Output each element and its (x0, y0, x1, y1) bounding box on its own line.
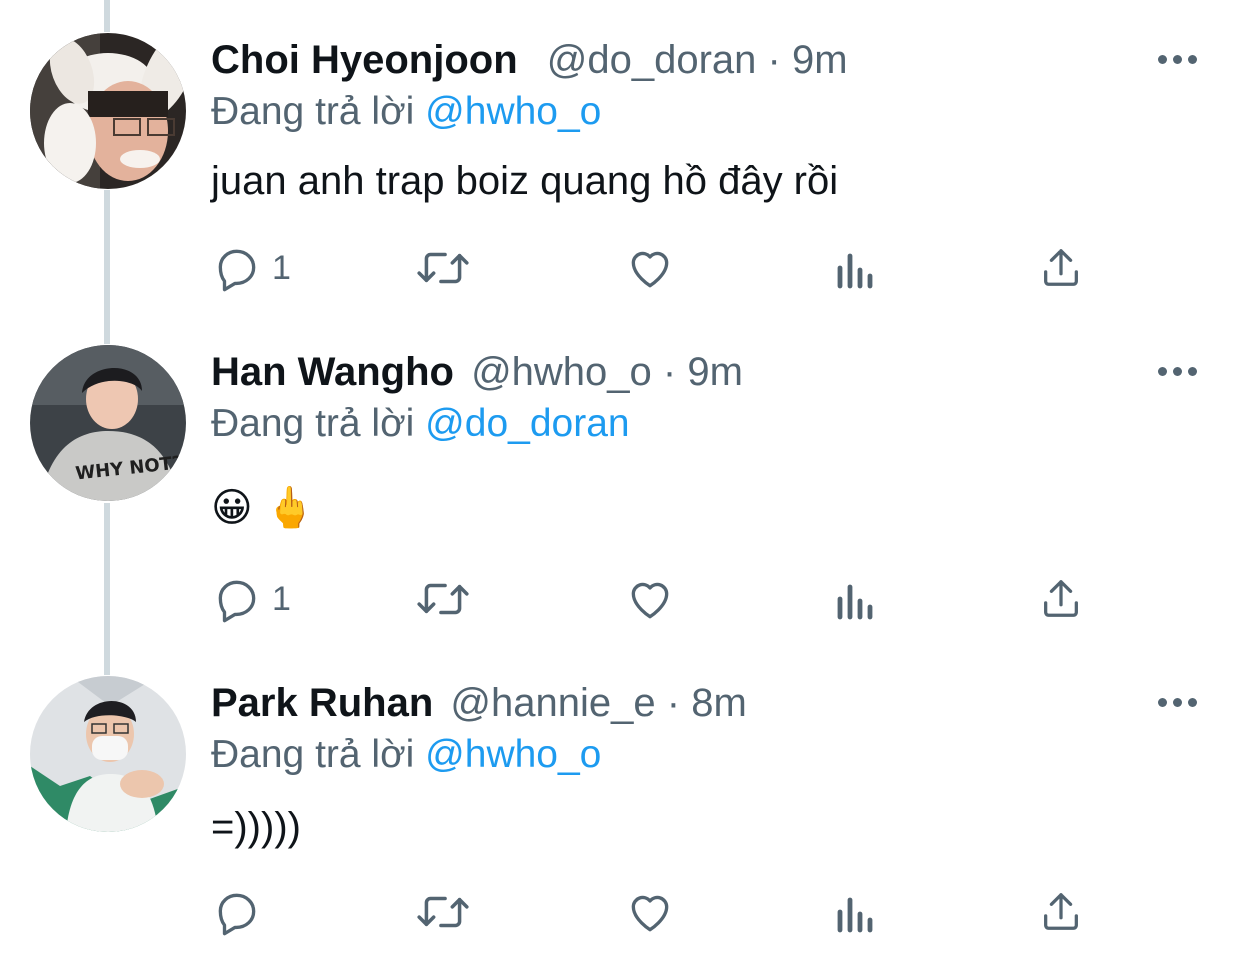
analytics-icon (837, 897, 873, 933)
tweet[interactable]: WHY NOT?! Han Wangho @hwho_o · 9m Đang t… (0, 345, 1242, 665)
more-icon[interactable] (1158, 693, 1200, 713)
heart-icon (631, 251, 669, 288)
avatar[interactable] (30, 676, 186, 832)
reply-icon (218, 249, 256, 292)
replying-to-label: Đang trả lời (211, 402, 415, 445)
timestamp[interactable]: 8m (691, 681, 747, 725)
reply-mention-link[interactable]: @do_doran (425, 402, 629, 445)
thread-line (104, 0, 110, 32)
replying-to-label: Đang trả lời (211, 733, 415, 776)
replying-to: Đang trả lời @hwho_o (211, 87, 601, 137)
more-icon[interactable] (1158, 362, 1200, 382)
like-button[interactable] (624, 882, 676, 942)
timestamp[interactable]: 9m (792, 38, 848, 82)
reply-button[interactable]: 1 (212, 238, 291, 298)
share-icon (1044, 893, 1078, 930)
tweet-header: Park Ruhan @hannie_e · 8m (211, 678, 747, 728)
separator-dot: · (666, 681, 681, 725)
tweet-actions (0, 882, 1242, 942)
separator-dot: · (662, 350, 677, 394)
reply-mention-link[interactable]: @hwho_o (425, 90, 601, 133)
reply-icon (218, 893, 256, 936)
analytics-icon (837, 584, 873, 620)
avatar[interactable] (30, 33, 186, 189)
retweet-button[interactable] (414, 238, 472, 298)
share-icon (1044, 249, 1078, 286)
share-button[interactable] (1038, 569, 1084, 629)
tweet-actions: 1 (0, 238, 1242, 298)
user-handle[interactable]: @do_doran (547, 38, 757, 82)
heart-icon (631, 895, 669, 932)
retweet-icon (417, 583, 469, 615)
tweet-actions: 1 (0, 569, 1242, 629)
reply-count: 1 (272, 579, 291, 618)
display-name[interactable]: Park Ruhan (211, 681, 433, 725)
reply-icon (218, 580, 256, 623)
display-name[interactable]: Choi Hyeonjoon (211, 38, 518, 82)
replying-to: Đang trả lời @hwho_o (211, 730, 601, 780)
separator-dot: · (767, 38, 781, 82)
tweet-header: Han Wangho @hwho_o · 9m (211, 347, 743, 397)
replying-to-label: Đang trả lời (211, 90, 415, 133)
tweet[interactable]: Park Ruhan @hannie_e · 8m Đang trả lời @… (0, 676, 1242, 960)
analytics-button[interactable] (834, 238, 878, 298)
analytics-icon (837, 253, 873, 289)
user-handle[interactable]: @hannie_e (450, 681, 655, 725)
share-button[interactable] (1038, 238, 1084, 298)
retweet-icon (417, 252, 469, 284)
user-handle[interactable]: @hwho_o (471, 350, 652, 394)
retweet-button[interactable] (414, 882, 472, 942)
share-button[interactable] (1038, 882, 1084, 942)
tweet-text: juan anh trap boiz quang hồ đây rồi (211, 159, 839, 203)
reply-mention-link[interactable]: @hwho_o (425, 733, 601, 776)
tweet[interactable]: Choi Hyeonjoon @do_doran · 9m Đang trả l… (0, 33, 1242, 338)
tweet-text: 😀 🖕 (211, 485, 316, 531)
heart-icon (631, 582, 669, 619)
analytics-button[interactable] (834, 882, 878, 942)
reply-button[interactable] (212, 882, 272, 942)
timestamp[interactable]: 9m (687, 350, 743, 394)
share-icon (1044, 580, 1078, 617)
reply-count: 1 (272, 248, 291, 287)
tweet-text: =))))) (211, 805, 301, 849)
replying-to: Đang trả lời @do_doran (211, 399, 630, 449)
retweet-icon (417, 896, 469, 928)
analytics-button[interactable] (834, 569, 878, 629)
display-name[interactable]: Han Wangho (211, 350, 454, 394)
like-button[interactable] (624, 238, 676, 298)
retweet-button[interactable] (414, 569, 472, 629)
like-button[interactable] (624, 569, 676, 629)
tweet-header: Choi Hyeonjoon @do_doran · 9m (211, 35, 848, 85)
avatar[interactable]: WHY NOT?! (30, 345, 186, 501)
more-icon[interactable] (1158, 50, 1200, 70)
reply-button[interactable]: 1 (212, 569, 291, 629)
